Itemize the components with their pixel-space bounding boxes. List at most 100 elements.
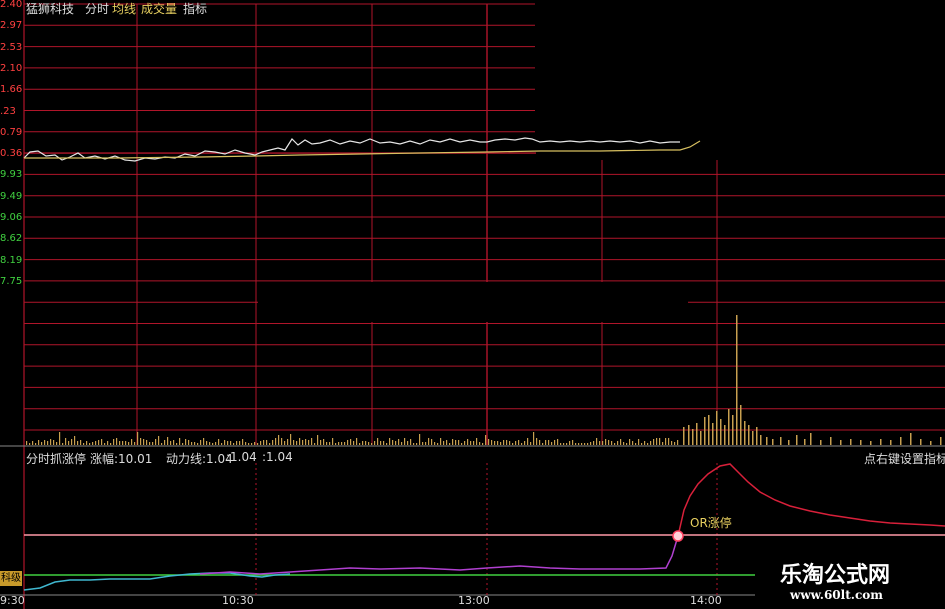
volume-bar — [677, 440, 679, 445]
volume-bar — [443, 441, 445, 445]
volume-bar — [281, 438, 283, 445]
volume-bar — [218, 439, 220, 445]
volume-bar — [712, 423, 714, 445]
volume-bar — [251, 443, 253, 445]
price-axis-label: 9.93 — [0, 169, 23, 181]
volume-bar — [518, 440, 520, 445]
volume-bar — [47, 441, 49, 445]
volume-bar — [479, 442, 481, 445]
volume-bar — [323, 439, 325, 445]
volume-bar — [134, 442, 136, 445]
volume-bar — [830, 437, 832, 445]
volume-bar — [440, 438, 442, 445]
indicator-value-2: :1.04 — [226, 450, 257, 464]
volume-bar — [146, 440, 148, 445]
volume-bar — [353, 441, 355, 445]
volume-bar — [548, 440, 550, 445]
volume-bar — [641, 443, 643, 445]
volume-bar — [230, 441, 232, 445]
volume-bar — [65, 438, 67, 445]
volume-bar — [59, 432, 61, 445]
volume-bar — [77, 441, 79, 445]
volume-bar — [431, 439, 433, 445]
volume-bar — [356, 438, 358, 445]
volume-bar — [311, 438, 313, 445]
volume-bar — [386, 443, 388, 445]
volume-bar — [332, 438, 334, 445]
volume-bar — [101, 439, 103, 445]
volume-bar — [452, 439, 454, 445]
volume-bar — [524, 441, 526, 445]
volume-bar — [551, 442, 553, 445]
volume-bar — [419, 434, 421, 445]
volume-bar — [149, 442, 151, 445]
time-axis-label: 9:30 — [0, 594, 25, 607]
volume-bar — [296, 441, 298, 445]
volume-bar — [488, 439, 490, 445]
volume-bar — [263, 440, 265, 445]
volume-bar — [89, 443, 91, 445]
volume-bar — [476, 438, 478, 445]
volume-bar — [266, 440, 268, 445]
volume-bar — [239, 441, 241, 445]
volume-bar — [203, 438, 205, 445]
volume-bar — [164, 440, 166, 445]
volume-bar — [182, 443, 184, 445]
volume-bar — [623, 442, 625, 445]
volume-bar — [766, 437, 768, 445]
volume-bar — [850, 439, 852, 445]
volume-bar — [545, 440, 547, 445]
volume-bar — [272, 440, 274, 445]
volume-bar — [308, 440, 310, 445]
volume-bar — [458, 440, 460, 445]
volume-bar — [245, 442, 247, 445]
volume-bar — [629, 439, 631, 445]
volume-bar — [527, 438, 529, 445]
volume-bar — [796, 435, 798, 445]
volume-bar — [92, 442, 94, 445]
volume-bar — [554, 440, 556, 445]
volume-bar — [491, 440, 493, 445]
price-axis-label: .23 — [0, 105, 16, 117]
volume-bar — [578, 443, 580, 445]
volume-bar — [449, 443, 451, 445]
volume-bar — [890, 440, 892, 445]
indicator-settings-button[interactable]: 点右键设置指标 — [864, 450, 945, 467]
volume-bar — [437, 443, 439, 445]
volume-bar — [656, 438, 658, 445]
volume-bar — [560, 443, 562, 445]
volume-bar — [86, 441, 88, 445]
volume-bar — [371, 443, 373, 445]
volume-bar — [581, 443, 583, 445]
volume-bar — [662, 442, 664, 445]
tab-chengjiaoliang[interactable]: 成交量 — [141, 0, 177, 17]
volume-bar — [326, 442, 328, 445]
volume-bar — [293, 440, 295, 445]
watermark-title: 乐淘公式网 — [780, 562, 891, 588]
volume-bar — [344, 442, 346, 445]
volume-bar — [155, 439, 157, 445]
volume-bar — [665, 438, 667, 445]
volume-bar — [314, 443, 316, 445]
volume-bar — [880, 439, 882, 445]
volume-bar — [44, 440, 46, 445]
volume-bar — [128, 442, 130, 445]
tab-fenshi[interactable]: 分时 — [85, 0, 109, 17]
volume-bar — [236, 441, 238, 445]
volume-bar — [161, 443, 163, 445]
signal-dot — [672, 530, 684, 542]
volume-bar — [299, 438, 301, 445]
volume-bar — [760, 435, 762, 445]
volume-bar — [221, 443, 223, 445]
price-axis-label: 0.36 — [0, 148, 23, 160]
tab-zhibiao[interactable]: 指标 — [183, 0, 207, 17]
volume-bar — [197, 443, 199, 445]
volume-bar — [820, 440, 822, 445]
volume-bar — [320, 440, 322, 445]
volume-bar — [287, 439, 289, 445]
volume-bar — [50, 439, 52, 445]
chart-canvas[interactable] — [0, 0, 945, 609]
volume-bar — [611, 441, 613, 445]
volume-bar — [584, 443, 586, 445]
tab-junxian[interactable]: 均线 — [112, 0, 136, 17]
